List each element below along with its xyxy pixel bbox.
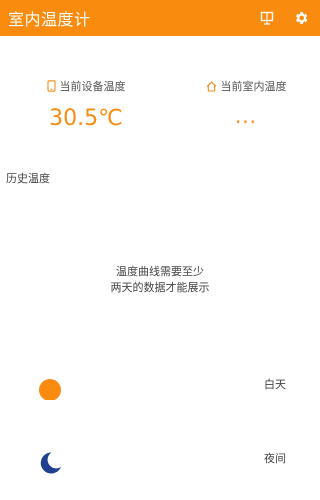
legend-day-label: 白天 bbox=[264, 378, 286, 391]
thermometer-app: 室内温度计 当前设备温度 30.5℃ 当前室内温度 ... 历史温度 温度曲线需… bbox=[0, 0, 320, 500]
device-temperature-value: 30.5℃ bbox=[49, 106, 123, 131]
reading-icon bbox=[260, 11, 274, 25]
room-temperature-label: 当前室内温度 bbox=[220, 80, 287, 93]
gear-icon bbox=[295, 12, 308, 24]
room-temperature-label-row: 当前室内温度 bbox=[186, 78, 306, 94]
device-temperature-label: 当前设备温度 bbox=[59, 80, 126, 93]
empty-message-line-1: 温度曲线需要至少 bbox=[116, 265, 204, 278]
legend-day: 白天 bbox=[0, 376, 320, 406]
room-temperature-value: ... bbox=[234, 104, 258, 128]
legend-night-label: 夜间 bbox=[264, 452, 286, 465]
room-temperature-panel: 当前室内温度 ... bbox=[186, 78, 306, 128]
device-temperature-label-row: 当前设备温度 bbox=[26, 78, 146, 94]
history-temperature-label: 历史温度 bbox=[6, 172, 50, 185]
toolbar-actions bbox=[256, 7, 312, 29]
device-temperature-panel: 当前设备温度 30.5℃ bbox=[26, 78, 146, 131]
reading-mode-button[interactable] bbox=[256, 7, 278, 29]
empty-message-line-2: 两天的数据才能展示 bbox=[110, 281, 210, 294]
app-title: 室内温度计 bbox=[8, 10, 91, 29]
moon-icon bbox=[40, 452, 61, 474]
title-bar: 室内温度计 bbox=[0, 0, 320, 36]
legend-night: 夜间 bbox=[0, 450, 320, 480]
history-chart-empty-message: 温度曲线需要至少 两天的数据才能展示 bbox=[60, 264, 260, 296]
home-icon bbox=[206, 81, 216, 92]
settings-button[interactable] bbox=[290, 7, 312, 29]
phone-icon bbox=[46, 80, 56, 92]
sun-icon bbox=[39, 379, 61, 400]
